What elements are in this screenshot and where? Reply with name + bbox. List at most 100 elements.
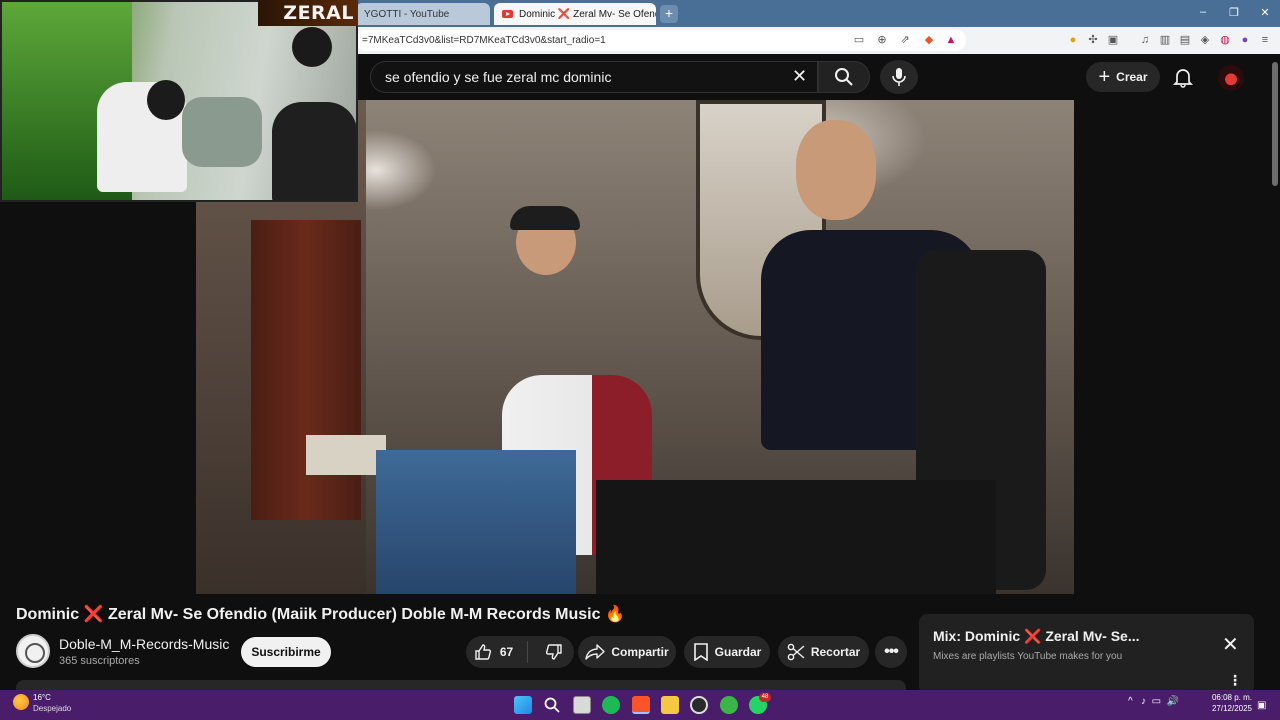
share-label: Compartir — [611, 645, 669, 659]
title-text: Dominic — [16, 606, 80, 623]
search-button[interactable] — [818, 61, 870, 93]
temperature[interactable]: 16°C — [33, 693, 51, 702]
mix-more-icon[interactable]: ⋮ — [1228, 672, 1242, 689]
brave-browser-icon[interactable] — [632, 696, 650, 714]
scissors-icon — [787, 643, 805, 661]
person-face — [796, 120, 876, 220]
tab-active-video[interactable]: Dominic ❌ Zeral Mv- Se Ofendio ✕ — [494, 3, 656, 25]
subscribe-button[interactable]: Suscribirme — [241, 637, 331, 667]
new-tab-button[interactable]: + — [660, 5, 678, 23]
create-label: Crear — [1116, 70, 1148, 84]
clip-label: Recortar — [810, 645, 861, 659]
background-curtain — [251, 220, 361, 520]
video-title: Dominic ❌ Zeral Mv- Se Ofendio (Maiik Pr… — [16, 604, 625, 624]
share-page-icon[interactable]: ⇗ — [898, 33, 912, 47]
mix-subtitle: Mixes are playlists YouTube makes for yo… — [933, 651, 1123, 662]
maximize-button[interactable]: ❐ — [1224, 6, 1244, 19]
notifications-tray-icon[interactable]: ▣ — [1257, 700, 1266, 711]
create-button[interactable]: + Crear — [1086, 62, 1160, 92]
bookmark-icon — [693, 643, 708, 661]
save-button[interactable]: Guardar — [684, 636, 770, 668]
black-cap — [510, 206, 580, 230]
sidebar-icon[interactable]: ▥ — [1158, 33, 1172, 47]
zoom-icon[interactable]: ⊕ — [875, 33, 889, 47]
mix-title-text: Mix: Dominic — [933, 628, 1021, 644]
fire-icon: 🔥 — [604, 606, 625, 623]
cast-icon[interactable]: ▭ — [852, 33, 866, 47]
system-tray[interactable]: ^ ♪ ▭ 🔊 — [1128, 696, 1179, 707]
close-window-button[interactable]: ✕ — [1255, 6, 1275, 19]
mix-title-text: Zeral Mv- Se... — [1045, 628, 1140, 644]
task-view-icon[interactable] — [573, 696, 591, 714]
scrollbar-thumb[interactable] — [1272, 62, 1278, 186]
vpn-icon[interactable]: ◈ — [1198, 33, 1212, 47]
spotify-icon[interactable] — [602, 696, 620, 714]
cross-mark-icon: ❌ — [1024, 628, 1042, 644]
whatsapp-badge: 48 — [759, 693, 771, 702]
search-icon — [835, 68, 853, 86]
network-icon[interactable]: ▭ — [1152, 696, 1161, 707]
extension-icon[interactable]: ● — [1066, 33, 1080, 47]
microphone-icon — [892, 68, 906, 86]
like-button[interactable]: 67 — [466, 636, 521, 668]
extensions-puzzle-icon[interactable]: ✣ — [1086, 33, 1100, 47]
xbox-icon[interactable] — [720, 696, 738, 714]
bell-icon — [1172, 69, 1194, 88]
voice-search-button[interactable] — [880, 60, 918, 94]
mix-title: Mix: Dominic ❌ Zeral Mv- Se... — [933, 628, 1140, 645]
clock-time: 06:08 p. m. — [1211, 693, 1252, 702]
search-taskbar-icon[interactable] — [543, 696, 561, 714]
like-dislike-group: 67 — [466, 636, 574, 668]
magnifier-icon — [544, 697, 560, 713]
file-explorer-icon[interactable] — [661, 696, 679, 714]
menu-icon[interactable]: ≡ — [1258, 33, 1272, 47]
obs-icon[interactable] — [690, 696, 708, 714]
chevron-up-icon[interactable]: ^ — [1128, 696, 1133, 707]
system-clock[interactable]: 06:08 p. m. 27/12/2025 — [1208, 692, 1252, 714]
profile-icon[interactable]: ● — [1238, 33, 1252, 47]
thumbs-up-icon — [475, 644, 491, 660]
tab-label: YGOTTI - YouTube — [364, 8, 450, 20]
tab-ygotti[interactable]: YGOTTI - YouTube — [356, 3, 490, 25]
cross-mark-icon: ❌ — [83, 606, 104, 623]
volume-icon[interactable]: 🔊 — [1167, 696, 1179, 707]
divider — [527, 641, 528, 663]
clear-search-icon[interactable]: ✕ — [792, 66, 807, 87]
subscriber-count: 365 suscriptores — [59, 655, 140, 667]
brave-rewards-icon[interactable]: ▲ — [944, 33, 958, 47]
share-icon — [585, 644, 606, 660]
leo-icon[interactable]: ▤ — [1178, 33, 1192, 47]
save-label: Guardar — [714, 645, 762, 659]
webcam-overlay — [0, 0, 358, 202]
more-actions-button[interactable]: ••• — [875, 636, 907, 668]
notifications-button[interactable] — [1172, 66, 1194, 93]
guest-black-shirt — [272, 102, 356, 200]
brave-shields-icon[interactable]: ◆ — [922, 33, 936, 47]
windows-start-icon[interactable] — [514, 696, 532, 714]
couch — [182, 97, 262, 167]
search-input[interactable]: se ofendio y se fue zeral mc dominic — [370, 61, 818, 93]
close-mix-icon[interactable]: ✕ — [1222, 632, 1239, 657]
thumbs-down-icon — [545, 644, 562, 660]
account-avatar[interactable] — [1218, 65, 1244, 91]
wallet-icon[interactable]: ▣ — [1106, 33, 1120, 47]
weather-condition[interactable]: Despejado — [33, 704, 71, 713]
channel-avatar[interactable] — [16, 634, 50, 668]
jeans — [376, 450, 576, 594]
clip-button[interactable]: Recortar — [778, 636, 869, 668]
channel-name[interactable]: Doble-M_M-Records-Music — [59, 636, 229, 652]
shield-icon[interactable]: ◍ — [1218, 33, 1232, 47]
guest-head — [292, 27, 332, 67]
youtube-favicon-icon — [502, 10, 513, 18]
plus-icon: + — [1098, 66, 1111, 88]
microphone-tray-icon[interactable]: ♪ — [1141, 696, 1146, 707]
title-text: Zeral Mv- Se Ofendio (Maiik Producer) Do… — [107, 606, 601, 623]
minimize-button[interactable]: – — [1193, 6, 1213, 18]
share-button[interactable]: Compartir — [578, 636, 676, 668]
description-box[interactable] — [16, 680, 906, 690]
dislike-button[interactable] — [534, 636, 574, 668]
streamer-head — [147, 80, 185, 120]
weather-moon-icon[interactable] — [13, 694, 29, 710]
like-count: 67 — [499, 645, 514, 659]
music-icon[interactable]: ♫ — [1138, 33, 1152, 47]
